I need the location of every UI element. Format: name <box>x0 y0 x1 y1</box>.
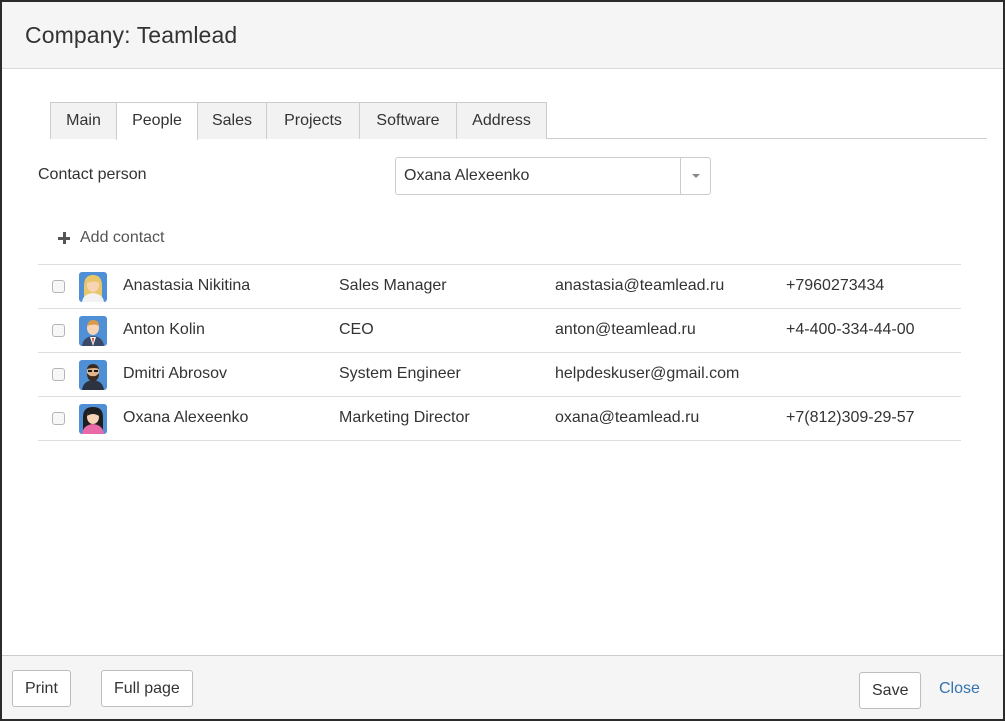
contact-name: Dmitri Abrosov <box>123 365 228 382</box>
dialog-title: Company: Teamlead <box>25 22 238 48</box>
contact-name: Oxana Alexeenko <box>123 409 249 426</box>
add-contact-label: Add contact <box>80 229 165 246</box>
contact-email: helpdeskuser@gmail.com <box>555 365 740 382</box>
dropdown-button[interactable] <box>680 158 710 194</box>
dialog-footer: Print Full page Save Close <box>2 655 1003 719</box>
table-row: Dmitri Abrosov System Engineer helpdesku… <box>38 353 961 397</box>
contact-person-value: Oxana Alexeenko <box>404 167 530 184</box>
contact-role: Sales Manager <box>339 277 447 294</box>
contact-role: CEO <box>339 321 374 338</box>
table-row: Anastasia Nikitina Sales Manager anastas… <box>38 265 961 309</box>
dialog-header: Company: Teamlead <box>2 2 1003 69</box>
contact-person-label: Contact person <box>38 166 147 183</box>
table-row: Anton Kolin CEO anton@teamlead.ru +4-400… <box>38 309 961 353</box>
tab-bar: Main People Sales Projects Software Addr… <box>50 102 987 140</box>
contact-phone: +7(812)309-29-57 <box>786 409 915 426</box>
full-page-button[interactable]: Full page <box>101 670 193 707</box>
contact-phone: +7960273434 <box>786 277 885 294</box>
contact-name: Anton Kolin <box>123 321 205 338</box>
tab-projects[interactable]: Projects <box>266 102 360 139</box>
tab-address[interactable]: Address <box>456 102 547 139</box>
contact-email: anton@teamlead.ru <box>555 321 696 338</box>
plus-icon <box>58 232 70 244</box>
tab-software[interactable]: Software <box>359 102 457 139</box>
row-checkbox[interactable] <box>52 324 65 337</box>
close-link[interactable]: Close <box>939 680 980 698</box>
contact-role: System Engineer <box>339 365 461 382</box>
tab-main[interactable]: Main <box>50 102 117 139</box>
row-checkbox[interactable] <box>52 412 65 425</box>
tab-people[interactable]: People <box>116 102 198 140</box>
contact-person-select[interactable]: Oxana Alexeenko <box>395 157 711 195</box>
row-checkbox[interactable] <box>52 368 65 381</box>
print-button[interactable]: Print <box>12 670 71 707</box>
tab-sales[interactable]: Sales <box>197 102 267 139</box>
male-suit-avatar-icon <box>79 316 107 346</box>
row-checkbox[interactable] <box>52 280 65 293</box>
contact-role: Marketing Director <box>339 409 470 426</box>
contact-name: Anastasia Nikitina <box>123 277 251 294</box>
female-blonde-avatar-icon <box>79 272 107 302</box>
male-bearded-avatar-icon <box>79 360 107 390</box>
contact-phone: +4-400-334-44-00 <box>786 321 915 338</box>
contacts-table: Anastasia Nikitina Sales Manager anastas… <box>38 264 961 441</box>
contact-email: anastasia@teamlead.ru <box>555 277 725 294</box>
chevron-down-icon <box>692 174 700 178</box>
save-button[interactable]: Save <box>859 672 922 709</box>
table-row: Oxana Alexeenko Marketing Director oxana… <box>38 397 961 441</box>
company-dialog: Company: Teamlead Main People Sales Proj… <box>0 0 1005 721</box>
contact-email: oxana@teamlead.ru <box>555 409 700 426</box>
female-dark-hair-avatar-icon <box>79 404 107 434</box>
